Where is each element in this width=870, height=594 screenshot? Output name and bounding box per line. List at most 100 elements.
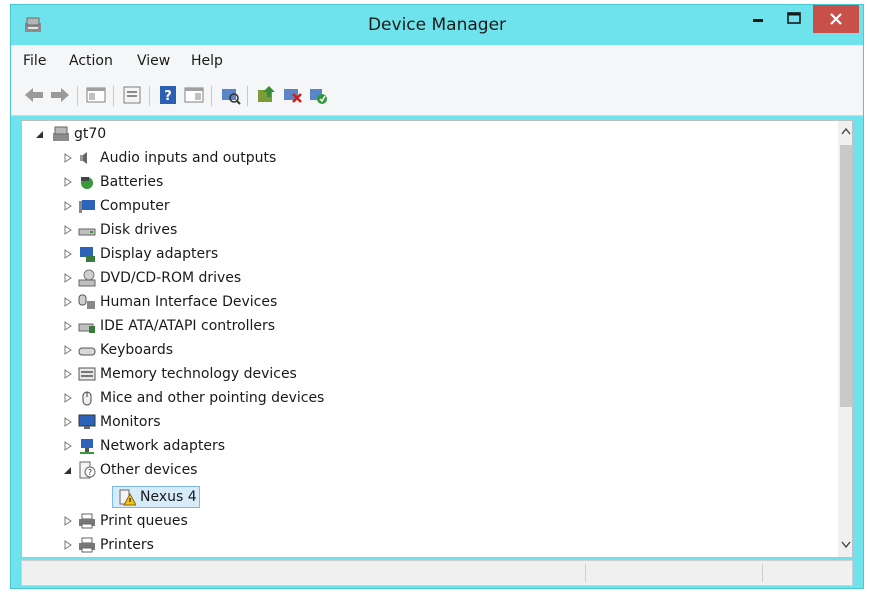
minimize-button[interactable] bbox=[743, 5, 773, 33]
ide-controller-icon bbox=[78, 323, 95, 333]
tree-item[interactable]: Audio inputs and outputs bbox=[22, 147, 322, 169]
toolbar-separator bbox=[211, 86, 212, 106]
menu-bar: File Action View Help bbox=[11, 45, 863, 76]
collapsed-arrow-icon[interactable] bbox=[62, 267, 74, 289]
tree-item-label: DVD/CD-ROM drives bbox=[100, 270, 242, 286]
toolbar: ? bbox=[11, 76, 863, 116]
status-bar-separator bbox=[585, 564, 586, 582]
monitor-icon bbox=[78, 414, 96, 429]
close-button[interactable] bbox=[813, 5, 859, 33]
tree-item[interactable]: Human Interface Devices bbox=[22, 291, 322, 313]
collapsed-arrow-icon[interactable] bbox=[62, 243, 74, 265]
svg-text:?: ? bbox=[164, 89, 172, 104]
expanded-arrow-icon[interactable] bbox=[62, 459, 74, 481]
collapsed-arrow-icon[interactable] bbox=[62, 195, 74, 217]
expanded-arrow-icon[interactable] bbox=[34, 123, 46, 145]
forward-icon[interactable] bbox=[49, 84, 71, 106]
tree-root-label: gt70 bbox=[74, 126, 107, 142]
back-icon[interactable] bbox=[23, 84, 45, 106]
help-icon[interactable]: ? bbox=[157, 84, 179, 106]
collapsed-arrow-icon[interactable] bbox=[62, 435, 74, 457]
tree-item[interactable]: Memory technology devices bbox=[22, 363, 322, 385]
scroll-up-icon[interactable] bbox=[841, 127, 851, 135]
tree-item-label: Computer bbox=[100, 198, 170, 214]
uninstall-device-icon[interactable] bbox=[307, 84, 329, 106]
tree-child-label: Nexus 4 bbox=[140, 489, 197, 505]
tree-item[interactable]: Network adapters bbox=[22, 435, 322, 457]
tree-item-label: Batteries bbox=[100, 174, 164, 190]
collapsed-arrow-icon[interactable] bbox=[62, 534, 74, 556]
collapsed-arrow-icon[interactable] bbox=[62, 339, 74, 361]
device-manager-window: Device Manager File Action View Help ? g… bbox=[10, 4, 864, 589]
tree-item-label: Print queues bbox=[100, 513, 188, 529]
vertical-scrollbar[interactable] bbox=[838, 121, 852, 557]
network-adapter-icon bbox=[80, 439, 94, 454]
toolbar-separator bbox=[77, 86, 78, 106]
menu-help[interactable]: Help bbox=[191, 53, 223, 69]
computer-icon bbox=[79, 200, 95, 213]
show-hide-console-tree-icon[interactable] bbox=[85, 84, 107, 106]
tree-item[interactable]: Print queues bbox=[22, 510, 322, 532]
tree-item[interactable]: DVD/CD-ROM drives bbox=[22, 267, 322, 289]
collapsed-arrow-icon[interactable] bbox=[62, 411, 74, 433]
collapsed-arrow-icon[interactable] bbox=[62, 510, 74, 532]
toolbar-separator bbox=[247, 86, 248, 106]
tree-item[interactable]: IDE ATA/ATAPI controllers bbox=[22, 315, 322, 337]
disk-drive-icon bbox=[78, 228, 96, 236]
unknown-device-icon: ? bbox=[79, 461, 96, 479]
scrollbar-thumb[interactable] bbox=[840, 145, 852, 407]
memory-device-icon bbox=[78, 367, 96, 381]
collapsed-arrow-icon[interactable] bbox=[62, 171, 74, 193]
tree-item[interactable]: Disk drives bbox=[22, 219, 322, 241]
tree-item-label: Other devices bbox=[100, 462, 198, 478]
title-bar[interactable]: Device Manager bbox=[11, 5, 863, 45]
tree-item-label: Keyboards bbox=[100, 342, 174, 358]
menu-action[interactable]: Action bbox=[69, 53, 113, 69]
scroll-down-icon[interactable] bbox=[841, 541, 851, 549]
collapsed-arrow-icon[interactable] bbox=[62, 147, 74, 169]
tree-item-label: Printers bbox=[100, 537, 154, 553]
tree-item-label: Human Interface Devices bbox=[100, 294, 278, 310]
toolbar-separator bbox=[149, 86, 150, 106]
tree-root-node[interactable]: gt70 bbox=[22, 123, 322, 145]
tree-item-label: IDE ATA/ATAPI controllers bbox=[100, 318, 276, 334]
menu-view[interactable]: View bbox=[137, 53, 170, 69]
tree-item-label: Monitors bbox=[100, 414, 161, 430]
collapsed-arrow-icon[interactable] bbox=[62, 387, 74, 409]
hid-icon bbox=[78, 294, 95, 309]
tree-item[interactable]: Batteries bbox=[22, 171, 322, 193]
update-driver-icon[interactable] bbox=[255, 84, 277, 106]
tree-item[interactable]: Mice and other pointing devices bbox=[22, 387, 325, 409]
menu-file[interactable]: File bbox=[23, 53, 46, 69]
tree-item-label: Audio inputs and outputs bbox=[100, 150, 277, 166]
scan-hardware-icon[interactable] bbox=[219, 84, 241, 106]
collapsed-arrow-icon[interactable] bbox=[62, 363, 74, 385]
tree-item-label: Display adapters bbox=[100, 246, 219, 262]
tree-item-label: Network adapters bbox=[100, 438, 225, 454]
speaker-icon bbox=[80, 152, 87, 164]
status-bar bbox=[21, 560, 853, 586]
tree-item-label: Memory technology devices bbox=[100, 366, 297, 382]
device-tree[interactable]: gt70 Audio inputs and outputs Batteries … bbox=[21, 120, 853, 558]
computer-host-icon bbox=[53, 126, 69, 141]
tree-item-other-devices[interactable]: ? Other devices bbox=[22, 459, 322, 481]
toolbar-separator bbox=[113, 86, 114, 106]
collapsed-arrow-icon[interactable] bbox=[62, 315, 74, 337]
collapsed-arrow-icon[interactable] bbox=[62, 291, 74, 313]
status-bar-separator bbox=[762, 564, 763, 582]
tree-item[interactable]: Monitors bbox=[22, 411, 322, 433]
tree-item-label: Mice and other pointing devices bbox=[100, 390, 325, 406]
maximize-button[interactable] bbox=[779, 5, 809, 33]
window-title: Device Manager bbox=[367, 15, 507, 35]
properties-icon[interactable] bbox=[121, 84, 143, 106]
tree-item[interactable]: Keyboards bbox=[22, 339, 322, 361]
tree-item[interactable]: Display adapters bbox=[22, 243, 322, 265]
tree-item[interactable]: Computer bbox=[22, 195, 322, 217]
battery-icon bbox=[81, 177, 93, 189]
print-queue-icon bbox=[79, 513, 95, 529]
collapsed-arrow-icon[interactable] bbox=[62, 219, 74, 241]
disable-device-icon[interactable] bbox=[281, 84, 303, 106]
tree-child-item[interactable]: Nexus 4 bbox=[22, 486, 322, 508]
action-pane-icon[interactable] bbox=[183, 84, 205, 106]
tree-item[interactable]: Printers bbox=[22, 534, 322, 556]
